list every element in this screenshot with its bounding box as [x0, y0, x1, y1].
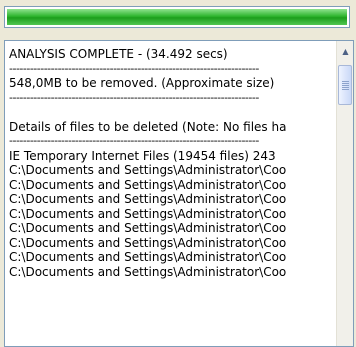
file-entry: C:\Documents and Settings\Administrator\…	[9, 206, 287, 221]
file-entry: IE Temporary Internet Files (19454 files…	[9, 148, 276, 163]
separator-line: ----------------------------------------…	[9, 61, 259, 75]
analysis-complete-line: ANALYSIS COMPLETE - (34.492 secs)	[9, 47, 228, 61]
progress-fill	[7, 9, 347, 25]
file-entry: C:\Documents and Settings\Administrator\…	[9, 235, 287, 250]
scroll-up-arrow-icon[interactable]: ▲	[338, 43, 353, 60]
file-entry: C:\Documents and Settings\Administrator\…	[9, 192, 287, 206]
file-entry: C:\Documents and Settings\Administrator\…	[9, 163, 287, 177]
scroll-thumb[interactable]	[338, 65, 352, 105]
size-to-remove-line: 548,0MB to be removed. (Approximate size…	[9, 76, 275, 90]
details-heading-line: Details of files to be deleted (Note: No…	[9, 119, 287, 134]
cleaner-analysis-panel: ANALYSIS COMPLETE - (34.492 secs) ------…	[0, 0, 356, 347]
results-text: ANALYSIS COMPLETE - (34.492 secs) ------…	[9, 47, 333, 346]
file-entry: C:\Documents and Settings\Administrator\…	[9, 221, 287, 235]
file-entry: C:\Documents and Settings\Administrator\…	[9, 264, 287, 279]
analysis-results-textbox[interactable]: ANALYSIS COMPLETE - (34.492 secs) ------…	[4, 40, 354, 347]
analysis-progress-bar	[4, 6, 350, 28]
separator-line: ----------------------------------------…	[9, 90, 259, 104]
scroll-grip-icon	[341, 80, 349, 90]
separator-line: ----------------------------------------…	[9, 134, 259, 147]
vertical-scrollbar[interactable]: ▲	[336, 41, 353, 346]
file-entry: C:\Documents and Settings\Administrator\…	[9, 250, 287, 264]
file-entry: C:\Documents and Settings\Administrator\…	[9, 177, 287, 192]
